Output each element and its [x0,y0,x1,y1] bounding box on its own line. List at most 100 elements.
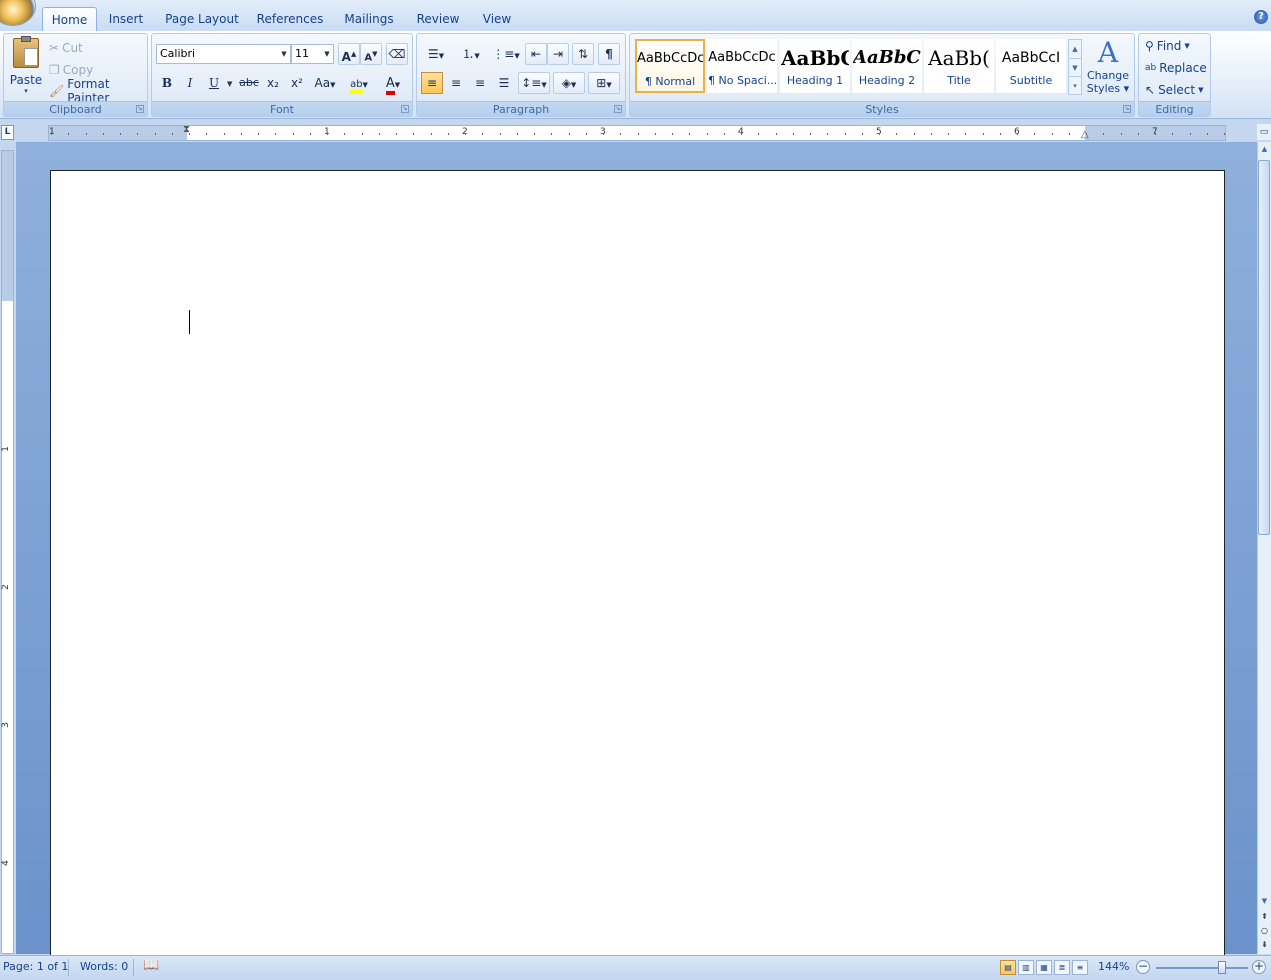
style-normal[interactable]: AaBbCcDc ¶ Normal [635,39,705,93]
chevron-down-icon[interactable]: ▼ [278,45,290,63]
superscript-button[interactable]: x² [286,72,308,94]
editing-group-label: Editing [1139,101,1210,116]
style-title[interactable]: AaBb( Title [924,39,994,93]
decrease-indent-button[interactable]: ⇤ [525,43,547,65]
style-name: ¶ No Spaci... [708,74,776,87]
ruler-tick [292,133,294,135]
outline-view-button[interactable]: ≣ [1054,960,1070,975]
dialog-launcher-icon[interactable]: ↘ [614,105,622,113]
styles-gallery-scroll[interactable]: ▲ ▼ ▾ [1068,39,1082,95]
chevron-up-icon[interactable]: ▲ [1069,40,1081,58]
align-right-button[interactable]: ≡ [469,72,491,94]
tab-page-layout[interactable]: Page Layout [164,7,240,31]
proofing-icon[interactable]: 📖 [143,958,159,973]
tab-insert[interactable]: Insert [104,7,148,31]
vertical-ruler[interactable]: 1 2 3 4 [1,150,14,954]
word-count[interactable]: Words: 0 [80,960,128,973]
style-heading-1[interactable]: AaBbC Heading 1 [780,39,850,93]
borders-button[interactable]: ⊞▼ [588,72,620,94]
font-size-combo[interactable]: 11 ▼ [291,44,334,64]
italic-button[interactable]: I [179,72,201,94]
justify-icon: ☰ [498,76,510,90]
tab-home[interactable]: Home [42,7,97,31]
document-page[interactable] [50,170,1225,960]
tab-references[interactable]: References [255,7,325,31]
chevron-down-icon[interactable]: ▼ [227,80,232,88]
bold-button[interactable]: B [156,72,178,94]
web-layout-button[interactable]: ▦ [1036,960,1052,975]
align-center-button[interactable]: ≡ [445,72,467,94]
font-name-combo[interactable]: Calibri ▼ [156,44,291,64]
shading-button[interactable]: ◈▼ [553,72,585,94]
ruler-tick [603,133,604,135]
right-indent-marker[interactable]: △ [1081,129,1089,140]
paste-button[interactable]: Paste ▾ [8,36,44,102]
change-case-button[interactable]: Aa▼ [312,72,338,94]
replace-button[interactable]: ab Replace [1145,58,1207,78]
zoom-slider-thumb[interactable] [1218,961,1227,974]
view-ruler-icon[interactable]: ▭ [1257,124,1271,140]
ruler-tick [68,133,70,135]
strikethrough-button[interactable]: abc [238,72,260,94]
print-layout-view-button[interactable]: ▤ [1000,960,1016,975]
previous-page-icon[interactable]: ⇞ [1258,910,1271,924]
zoom-level[interactable]: 144% [1098,960,1129,973]
zoom-out-icon[interactable]: − [1136,960,1150,974]
ruler-tick [275,133,277,135]
dialog-launcher-icon[interactable]: ↘ [1123,105,1131,113]
scroll-up-icon[interactable]: ▲ [1258,142,1271,156]
tab-mailings[interactable]: Mailings [340,7,398,31]
chevron-down-icon[interactable]: ▼ [321,45,333,63]
style-name: ¶ Normal [644,75,696,88]
chevron-down-icon[interactable]: ▼ [1069,58,1081,76]
draft-view-button[interactable]: ≡ [1072,960,1088,975]
more-icon[interactable]: ▾ [1069,76,1081,94]
subscript-button[interactable]: x₂ [262,72,284,94]
zoom-in-icon[interactable]: + [1252,960,1266,974]
office-button[interactable] [0,0,36,26]
tab-selector[interactable]: L [1,125,14,140]
select-browse-object-icon[interactable]: ○ [1258,924,1271,938]
style-heading-2[interactable]: AaBbCc Heading 2 [852,39,922,93]
ruler-tick [344,133,346,135]
underline-button[interactable]: U [203,72,225,94]
line-spacing-button[interactable]: ↕≡▼ [518,72,550,94]
bullets-button[interactable]: ☰▼ [421,43,451,65]
show-marks-button[interactable]: ¶ [598,43,620,65]
zoom-slider-track[interactable] [1156,967,1248,969]
font-color-icon: A [385,76,395,95]
full-screen-reading-button[interactable]: ▥ [1018,960,1034,975]
ruler-tick [309,133,311,135]
increase-indent-button[interactable]: ⇥ [547,43,569,65]
scroll-thumb[interactable] [1258,160,1270,535]
change-styles-button[interactable]: A Change Styles ▾ [1085,37,1131,99]
font-color-button[interactable]: A▼ [378,72,408,95]
select-button[interactable]: ↖ Select ▼ [1145,80,1203,100]
multilevel-list-button[interactable]: ⋮≡▼ [491,43,521,65]
style-subtitle[interactable]: AaBbCcI Subtitle [996,39,1066,93]
find-button[interactable]: ⚲ Find ▼ [1145,36,1190,56]
align-left-button[interactable]: ≡ [421,72,443,94]
style-no-spacing[interactable]: AaBbCcDc ¶ No Spaci... [707,39,777,93]
tab-view[interactable]: View [478,7,516,31]
styles-group-label: Styles [630,101,1134,116]
dialog-launcher-icon[interactable]: ↘ [136,105,144,113]
dialog-launcher-icon[interactable]: ↘ [401,105,409,113]
numbering-button[interactable]: ⒈▼ [455,43,487,65]
sort-button[interactable]: ⇅ [572,43,594,65]
scroll-down-icon[interactable]: ▼ [1258,894,1271,908]
format-painter-button[interactable]: 🖌 Format Painter [49,77,147,105]
grow-font-button[interactable]: A▲ [338,43,360,65]
help-icon[interactable]: ? [1254,10,1268,24]
next-page-icon[interactable]: ⇟ [1258,938,1271,952]
clear-formatting-button[interactable]: ⌫ [386,43,408,65]
paste-dropdown-arrow[interactable]: ▾ [8,87,44,95]
bullet-list-icon: ☰ [427,47,439,61]
page-count[interactable]: Page: 1 of 1 [3,960,68,973]
text-highlight-button[interactable]: ab▼ [344,72,374,94]
cut-button[interactable]: ✂ Cut [49,38,83,58]
justify-button[interactable]: ☰ [493,72,515,94]
shrink-font-button[interactable]: A▼ [360,43,382,65]
tab-review[interactable]: Review [413,7,463,31]
horizontal-ruler[interactable]: 1 1 2 3 4 5 6 7 ⧗ △ [48,124,1226,141]
